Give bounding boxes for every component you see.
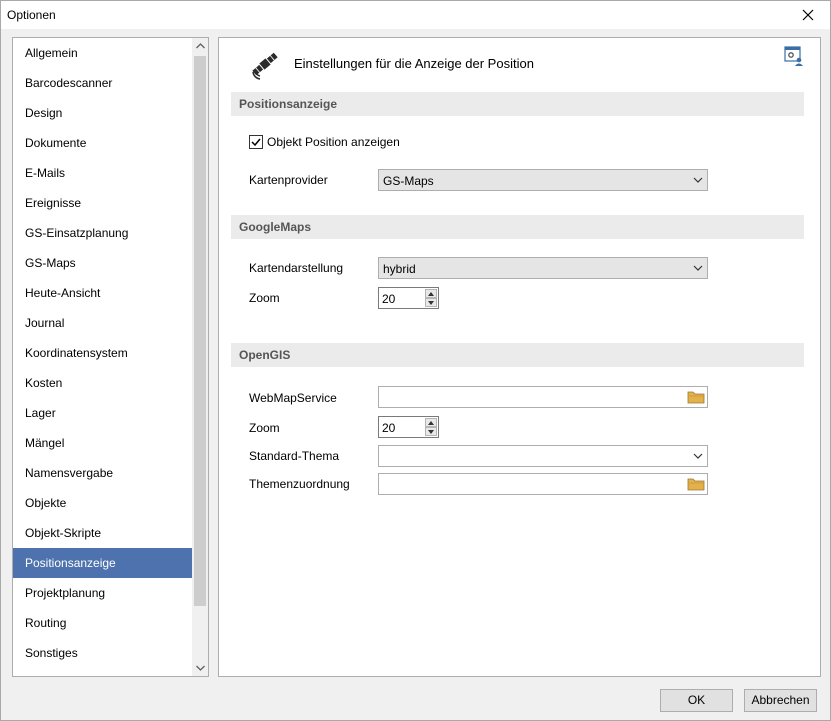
window-title: Optionen — [7, 8, 56, 22]
nav-item[interactable]: Design — [13, 98, 193, 128]
map-provider-value: GS-Maps — [383, 174, 434, 188]
settings-panel: Einstellungen für die Anzeige der Positi… — [218, 37, 821, 677]
nav-item[interactable]: Kosten — [13, 368, 193, 398]
arrow-up-icon — [428, 420, 434, 425]
checkmark-icon — [251, 138, 261, 147]
chevron-down-icon — [693, 265, 703, 271]
scroll-down-arrow-icon[interactable] — [192, 660, 208, 676]
scroll-up-arrow-icon[interactable] — [192, 38, 208, 54]
nav-item[interactable]: Lager — [13, 398, 193, 428]
nav-scrollbar[interactable] — [192, 38, 208, 676]
googlemaps-zoom-value: 20 — [382, 292, 396, 306]
wms-input[interactable] — [378, 386, 708, 408]
folder-icon — [687, 478, 705, 491]
map-display-label: Kartendarstellung — [249, 261, 344, 275]
wms-browse-button[interactable] — [686, 388, 706, 406]
nav-item[interactable]: Dokumente — [13, 128, 193, 158]
nav-item[interactable]: Objekt-Skripte — [13, 518, 193, 548]
nav-item[interactable]: Koordinatensystem — [13, 338, 193, 368]
nav-item[interactable]: GS-Maps — [13, 248, 193, 278]
theme-assignment-label: Themenzuordnung — [249, 477, 350, 491]
nav-scroll-thumb[interactable] — [194, 56, 206, 606]
section-header-position: Positionsanzeige — [231, 92, 804, 116]
nav-item[interactable]: GS-Einsatzplanung — [13, 218, 193, 248]
arrow-down-icon — [428, 429, 434, 434]
close-button[interactable] — [786, 1, 830, 29]
zoom-down-button[interactable] — [425, 298, 437, 307]
nav-item[interactable]: Ereignisse — [13, 188, 193, 218]
googlemaps-zoom-stepper[interactable]: 20 — [378, 287, 439, 309]
theme-assignment-browse-button[interactable] — [686, 475, 706, 493]
zoom-down-button[interactable] — [425, 427, 437, 436]
nav-item[interactable]: Journal — [13, 308, 193, 338]
nav-item[interactable]: Mängel — [13, 428, 193, 458]
opengis-zoom-value: 20 — [382, 421, 396, 435]
opengis-zoom-label: Zoom — [249, 421, 280, 435]
ok-button[interactable]: OK — [660, 689, 733, 712]
map-provider-select[interactable]: GS-Maps — [378, 169, 708, 191]
folder-icon — [687, 391, 705, 404]
section-header-googlemaps: GoogleMaps — [231, 215, 804, 239]
nav-item[interactable]: E-Mails — [13, 158, 193, 188]
nav-item[interactable]: Objekte — [13, 488, 193, 518]
cancel-button[interactable]: Abbrechen — [744, 689, 817, 712]
nav-item[interactable]: Sonstiges — [13, 638, 193, 668]
settings-user-icon[interactable] — [784, 46, 804, 66]
panel-title: Einstellungen für die Anzeige der Positi… — [294, 56, 534, 71]
chevron-down-icon — [693, 453, 703, 459]
nav-item[interactable]: Projektplanung — [13, 578, 193, 608]
show-position-checkbox-row[interactable]: Objekt Position anzeigen — [249, 135, 400, 149]
theme-assignment-input[interactable] — [378, 473, 708, 495]
show-position-checkbox[interactable] — [249, 135, 263, 149]
nav-item[interactable]: Namensvergabe — [13, 458, 193, 488]
standard-theme-label: Standard-Thema — [249, 449, 340, 463]
arrow-up-icon — [428, 291, 434, 296]
section-header-opengis: OpenGIS — [231, 343, 804, 367]
close-icon — [802, 9, 814, 21]
map-display-value: hybrid — [383, 262, 416, 276]
googlemaps-zoom-label: Zoom — [249, 291, 280, 305]
arrow-down-icon — [428, 300, 434, 305]
options-nav-list: Allgemein Barcodescanner Design Dokumente E-… — [12, 37, 209, 677]
nav-item[interactable]: Positionsanzeige — [13, 548, 193, 578]
nav-item[interactable]: Allgemein — [13, 38, 193, 68]
standard-theme-select[interactable] — [378, 445, 708, 467]
nav-item[interactable]: Heute-Ansicht — [13, 278, 193, 308]
zoom-up-button[interactable] — [425, 418, 437, 427]
map-display-select[interactable]: hybrid — [378, 257, 708, 279]
title-bar: Optionen — [1, 1, 830, 29]
show-position-label: Objekt Position anzeigen — [267, 135, 400, 149]
nav-item[interactable]: Barcodescanner — [13, 68, 193, 98]
zoom-up-button[interactable] — [425, 289, 437, 298]
chevron-down-icon — [693, 177, 703, 183]
options-dialog: Optionen Allgemein Barcodescanner Design Do… — [0, 0, 831, 721]
map-provider-label: Kartenprovider — [249, 173, 328, 187]
wms-label: WebMapService — [249, 391, 337, 405]
opengis-zoom-stepper[interactable]: 20 — [378, 416, 439, 438]
nav-item[interactable]: Routing — [13, 608, 193, 638]
satellite-icon — [252, 52, 278, 80]
